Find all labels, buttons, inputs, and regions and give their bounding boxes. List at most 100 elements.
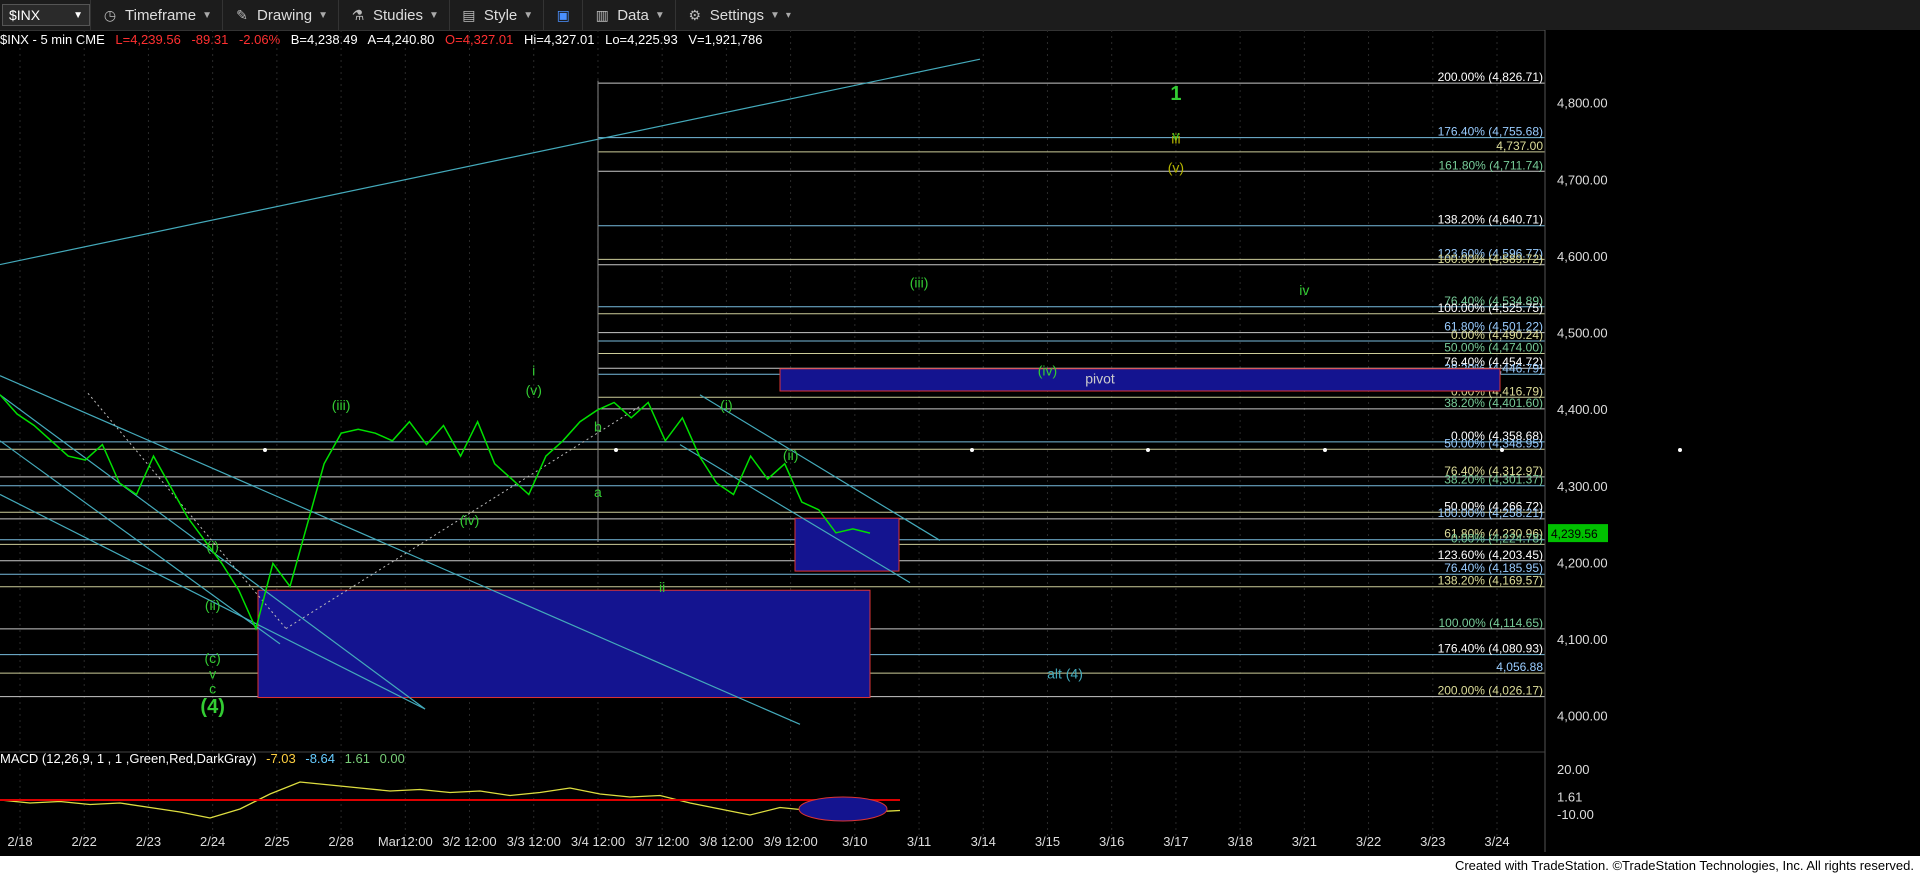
wave-label: (ii) xyxy=(783,447,799,463)
fib-level-label: 4,056.88 xyxy=(1496,660,1543,674)
wave-label: (ii) xyxy=(205,597,221,613)
data-button[interactable]: ▥ Data ▼ xyxy=(582,0,675,30)
pivot-dot xyxy=(1678,448,1682,453)
fib-level-label: 38.20% (4,301.37) xyxy=(1444,473,1543,487)
fib-level-label: 4,737.00 xyxy=(1496,139,1543,153)
wave-label: (v) xyxy=(526,382,542,398)
drawing-button[interactable]: ✎ Drawing ▼ xyxy=(222,0,338,30)
wave-label: (iv) xyxy=(460,512,479,528)
pivot-dot xyxy=(263,448,267,453)
symbol-input[interactable]: $INX ▼ xyxy=(2,4,90,26)
pivot-dot xyxy=(614,448,618,453)
wave-label: a xyxy=(594,484,602,500)
chevron-down-icon: ▼ xyxy=(202,9,213,21)
price-axis-tick: 4,700.00 xyxy=(1557,172,1608,187)
fib-level-label: 200.00% (4,026.17) xyxy=(1438,684,1543,698)
wave-label: i xyxy=(532,363,535,379)
channel-line xyxy=(0,440,281,645)
macd-value-3: 1.61 xyxy=(344,751,370,766)
wave-label: (iii) xyxy=(332,397,351,413)
style-icon: ▤ xyxy=(462,6,476,23)
macd-axis-tick: 1.61 xyxy=(1557,790,1582,805)
price-axis-tick: 4,500.00 xyxy=(1557,326,1608,341)
price-axis-tick: 4,200.00 xyxy=(1557,555,1608,570)
trend-line xyxy=(0,58,981,266)
time-axis-tick: 2/24 xyxy=(200,834,225,849)
fib-level-label: 100.00% (4,525.75) xyxy=(1438,301,1543,315)
wave-label: (v) xyxy=(1168,160,1184,176)
time-axis-tick: 3/8 12:00 xyxy=(699,834,753,849)
time-axis-tick: 3/7 12:00 xyxy=(635,834,689,849)
toolbar: $INX ▼ ◷ Timeframe ▼ ✎ Drawing ▼ ⚗ Studi… xyxy=(0,0,1920,31)
time-axis-tick: Mar12:00 xyxy=(378,834,433,849)
price-axis-tick: 4,800.00 xyxy=(1557,96,1608,111)
timeframe-button[interactable]: ◷ Timeframe ▼ xyxy=(90,0,222,30)
fib-level-label: 50.00% (4,474.00) xyxy=(1444,340,1543,354)
fib-level-label: 100.00% (4,114.65) xyxy=(1438,616,1543,630)
macd-value-1: -7.03 xyxy=(266,751,296,766)
studies-label: Studies xyxy=(372,6,424,24)
pivot-dot xyxy=(1500,448,1504,453)
flask-icon: ⚗ xyxy=(351,6,365,23)
wave-label: iv xyxy=(1299,282,1309,298)
chevron-down-icon: ▼ xyxy=(654,9,665,21)
time-axis-tick: 3/3 12:00 xyxy=(507,834,561,849)
time-axis-tick: 2/25 xyxy=(264,834,289,849)
wave-label: (c) xyxy=(204,650,220,666)
data-label: Data xyxy=(617,6,649,24)
drawing-label: Drawing xyxy=(257,6,313,24)
time-axis-tick: 3/24 xyxy=(1484,834,1509,849)
last-price-label: 4,239.56 xyxy=(1551,527,1598,541)
layout-button[interactable]: ▣ xyxy=(543,0,582,30)
settings-label: Settings xyxy=(709,6,764,24)
symbol-text: $INX xyxy=(9,7,41,23)
time-axis-tick: 2/22 xyxy=(72,834,97,849)
studies-button[interactable]: ⚗ Studies ▼ xyxy=(337,0,449,30)
time-axis-tick: 2/23 xyxy=(136,834,161,849)
wave-label: (iii) xyxy=(910,275,929,291)
gear-icon: ⚙ xyxy=(688,6,702,23)
wave-label: (4) xyxy=(200,696,224,718)
pencil-icon: ✎ xyxy=(236,6,248,23)
fib-level-label: 176.40% (4,755.68) xyxy=(1438,125,1543,139)
fib-level-label: 200.00% (4,826.71) xyxy=(1438,70,1543,84)
wave-label: c xyxy=(209,681,216,697)
macd-label: MACD (12,26,9, 1 , 1 ,Green,Red,DarkGray… xyxy=(0,751,257,766)
macd-highlight-ellipse xyxy=(798,796,888,822)
pivot-dot xyxy=(1146,448,1150,453)
clock-icon: ◷ xyxy=(103,6,117,23)
wave-label: 1 xyxy=(1170,83,1181,105)
bar-chart-icon: ▥ xyxy=(595,6,609,23)
layout-icon: ▣ xyxy=(556,6,570,23)
wave-label: (i) xyxy=(206,538,218,554)
fib-level-label: 176.40% (4,080.93) xyxy=(1438,642,1543,656)
macd-legend: MACD (12,26,9, 1 , 1 ,Green,Red,DarkGray… xyxy=(0,751,411,766)
support-zone-box xyxy=(257,589,871,699)
time-axis-tick: 3/18 xyxy=(1227,834,1252,849)
time-axis-tick: 3/17 xyxy=(1163,834,1188,849)
fib-level-label: 161.80% (4,711.74) xyxy=(1438,158,1543,172)
timeframe-label: Timeframe xyxy=(125,6,197,24)
wave-label: v xyxy=(209,665,216,681)
settings-button[interactable]: ⚙ Settings ▼ ▾ xyxy=(674,0,801,30)
chevron-down-icon: ▼ xyxy=(523,9,534,21)
chevron-down-icon: ▼ xyxy=(73,9,83,21)
wave-connector xyxy=(87,392,287,629)
price-axis-tick: 4,000.00 xyxy=(1557,709,1608,724)
wave-label: (i) xyxy=(720,397,732,413)
price-axis-tick: 4,300.00 xyxy=(1557,479,1608,494)
fib-level-label: 100.00% (4,589.72) xyxy=(1438,252,1543,266)
style-button[interactable]: ▤ Style ▼ xyxy=(448,0,543,30)
macd-value-2: -8.64 xyxy=(305,751,336,766)
wave-label: ii xyxy=(659,579,665,595)
time-axis-tick: 3/9 12:00 xyxy=(763,834,817,849)
time-axis-tick: 3/14 xyxy=(971,834,996,849)
price-chart[interactable]: 200.00% (4,826.71) 176.40% (4,755.68)4,73… xyxy=(0,30,1920,856)
wave-label: alt (4) xyxy=(1047,665,1083,681)
wave-label: b xyxy=(594,419,602,435)
time-axis-tick: 2/18 xyxy=(7,834,32,849)
macd-axis-tick: 20.00 xyxy=(1557,762,1590,777)
time-axis-tick: 3/22 xyxy=(1356,834,1381,849)
fib-level-label: 38.20% (4,401.60) xyxy=(1444,396,1543,410)
pivot-zone-box xyxy=(779,368,1501,392)
